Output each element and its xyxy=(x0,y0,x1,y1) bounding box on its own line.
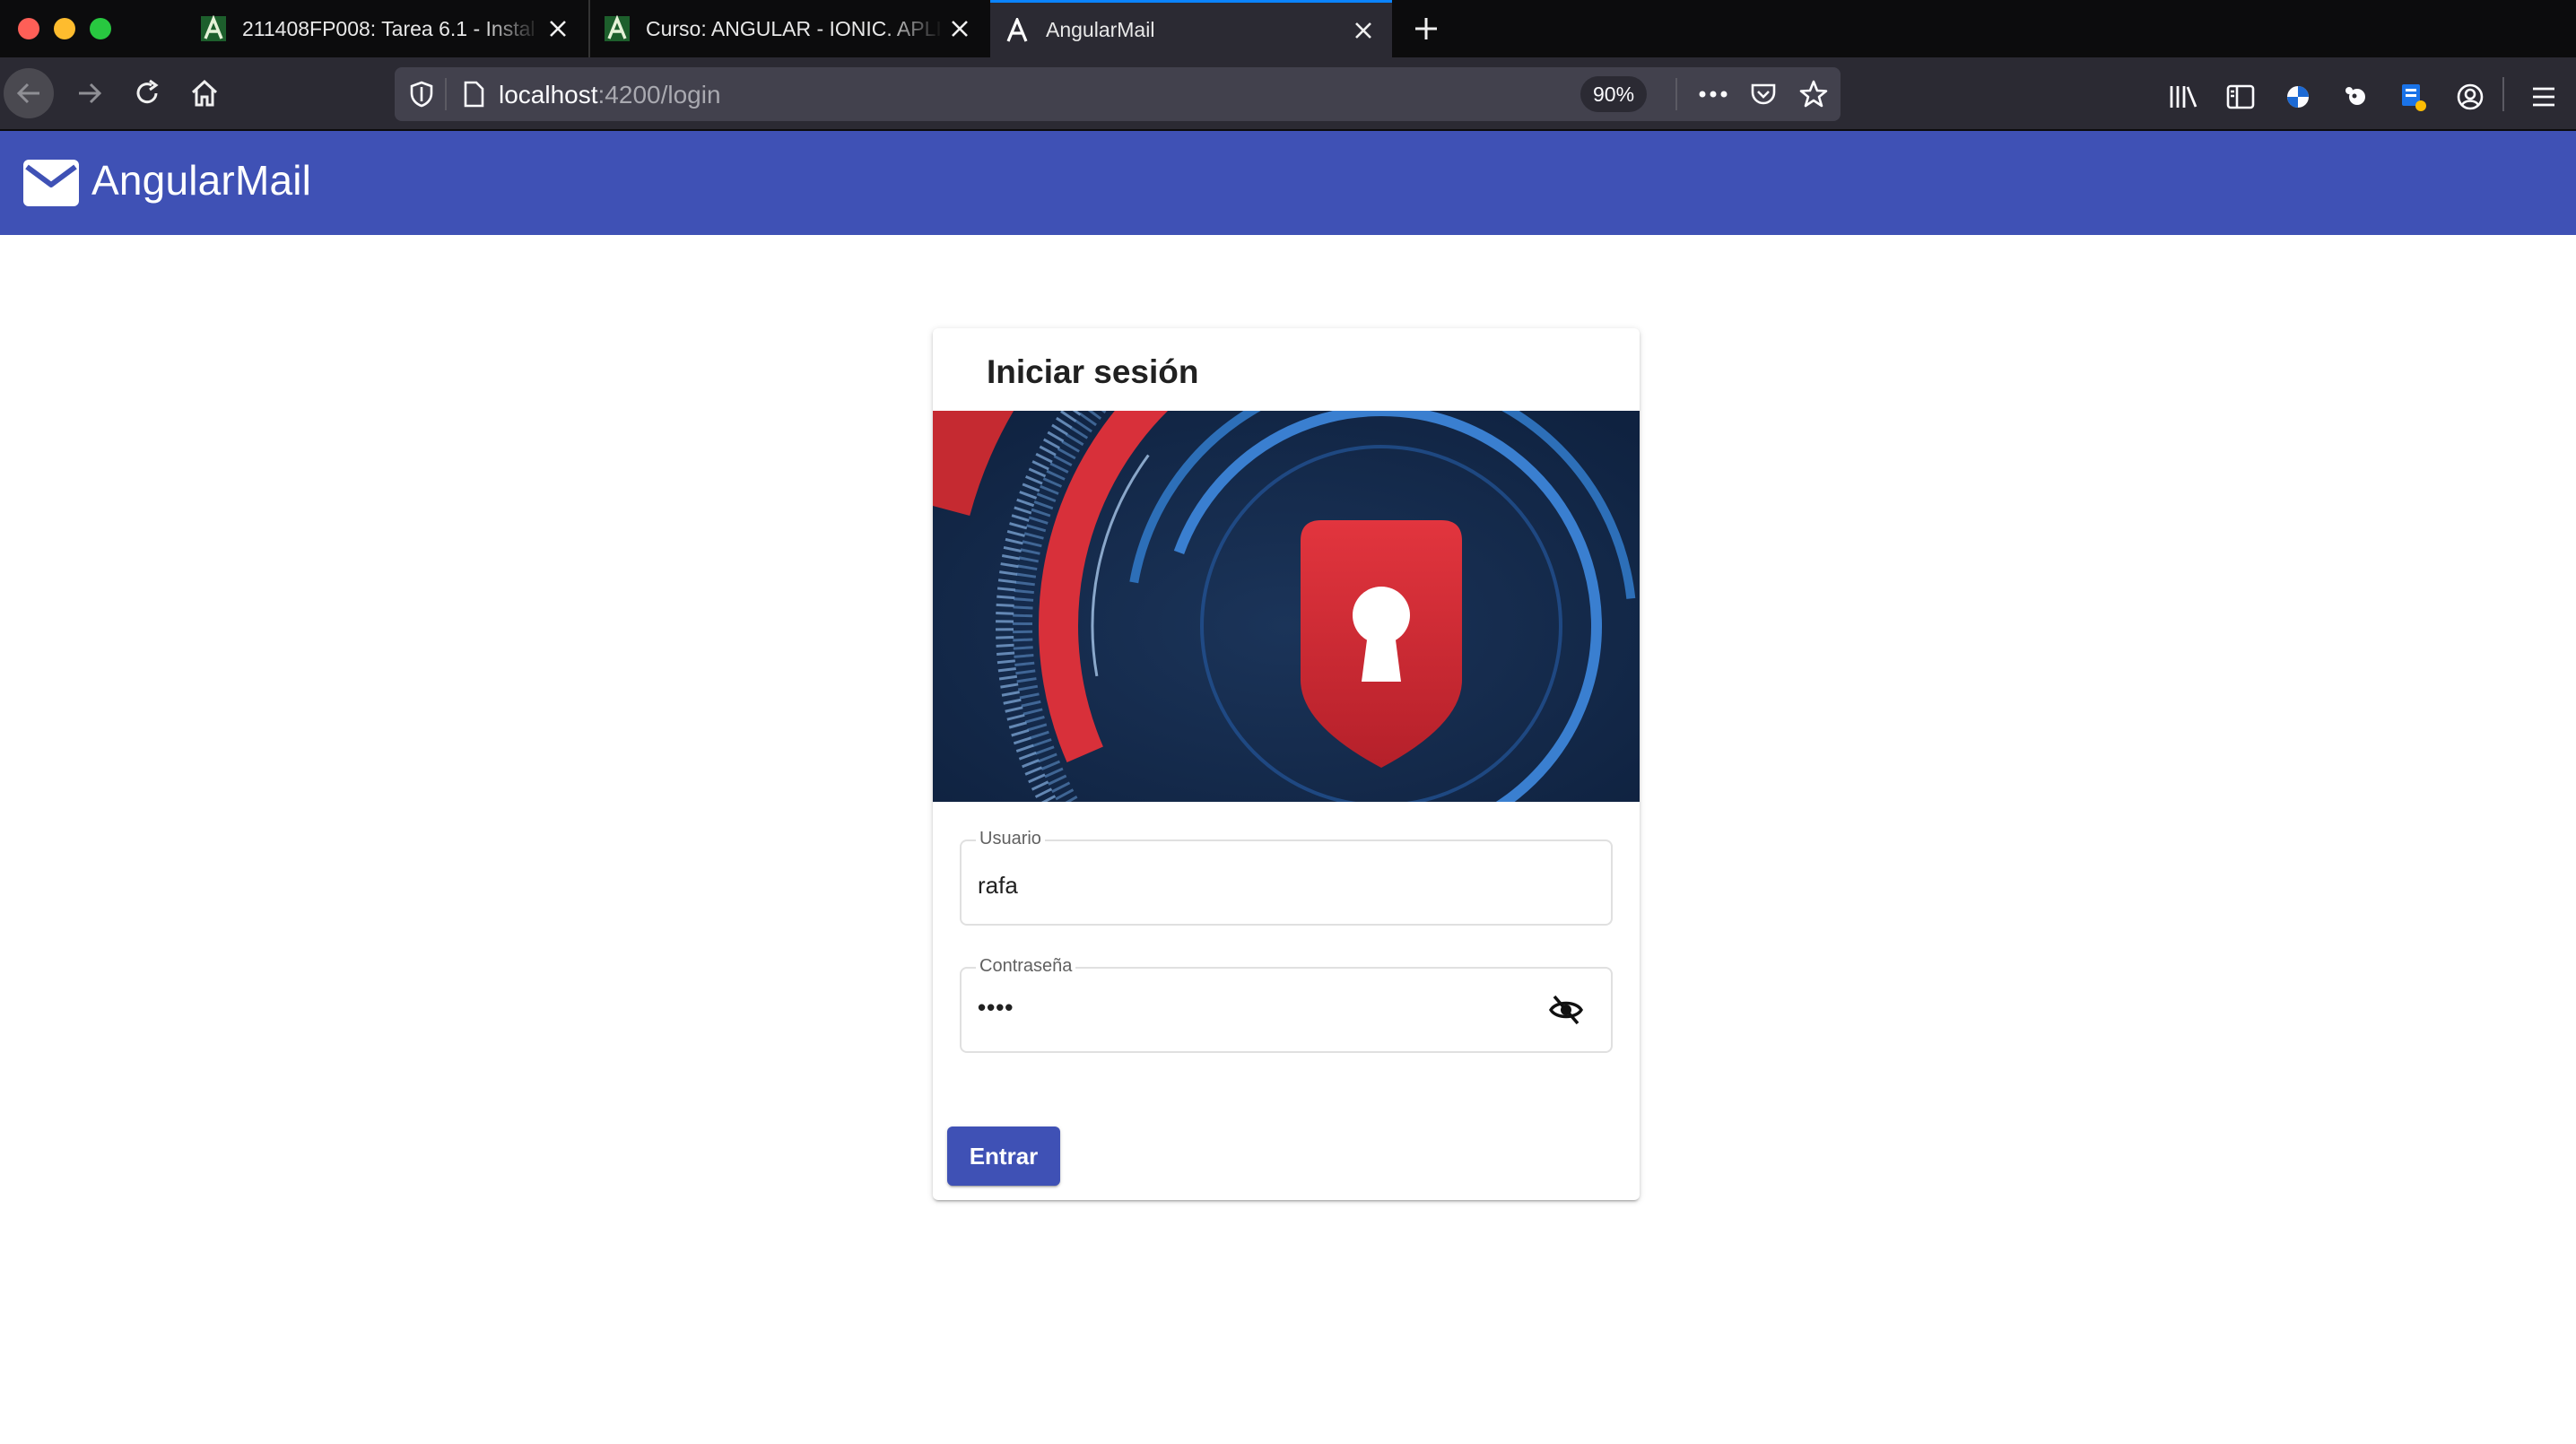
close-tab-icon[interactable] xyxy=(944,13,976,45)
url-host: localhost xyxy=(499,81,598,109)
app-toolbar: AngularMail xyxy=(0,131,2576,235)
password-label: Contraseña xyxy=(976,956,1076,977)
username-label: Usuario xyxy=(976,829,1045,849)
url-bar[interactable]: localhost:4200/login 90% xyxy=(395,67,1841,121)
account-icon[interactable] xyxy=(2450,77,2490,117)
menu-hamburger-icon[interactable] xyxy=(2524,77,2563,117)
browser-nav-bar: localhost:4200/login 90% xyxy=(0,57,2576,131)
back-button[interactable] xyxy=(4,68,54,118)
app-title: AngularMail xyxy=(91,157,312,204)
home-button[interactable] xyxy=(179,68,230,118)
window-close-button[interactable] xyxy=(18,18,39,39)
tracking-shield-icon[interactable] xyxy=(407,80,436,113)
divider xyxy=(1675,78,1677,110)
sidebar-icon[interactable] xyxy=(2221,77,2260,117)
username-field[interactable]: Usuario rafa xyxy=(960,829,1613,926)
divider xyxy=(2502,77,2504,111)
pocket-icon[interactable] xyxy=(1747,78,1780,110)
new-tab-button[interactable] xyxy=(1406,9,1446,48)
window-minimize-button[interactable] xyxy=(54,18,75,39)
url-path: :4200/login xyxy=(597,81,721,109)
close-tab-icon[interactable] xyxy=(542,13,574,45)
reload-button[interactable] xyxy=(122,68,172,118)
security-lock-image xyxy=(933,328,1640,1133)
tab-title: 211408FP008: Tarea 6.1 - Instal xyxy=(242,16,535,40)
close-tab-icon[interactable] xyxy=(1347,14,1379,47)
angular-icon xyxy=(1003,16,1031,45)
url-text: localhost:4200/login xyxy=(499,81,721,109)
password-field[interactable]: Contraseña •••• xyxy=(960,956,1613,1053)
divider xyxy=(445,78,447,110)
browser-tab-1[interactable]: 211408FP008: Tarea 6.1 - Instal xyxy=(187,0,587,57)
browser-tab-3[interactable]: AngularMail xyxy=(990,0,1392,57)
password-input[interactable]: •••• xyxy=(978,994,1014,1022)
tab-title: AngularMail xyxy=(1046,18,1155,41)
browser-tab-bar: 211408FP008: Tarea 6.1 - Instal Curso: A… xyxy=(0,0,2576,57)
extension-translate-icon[interactable] xyxy=(2393,77,2432,117)
login-card: Iniciar sesión Usuario rafa Contraseña •… xyxy=(933,328,1640,1200)
more-actions-icon[interactable] xyxy=(1697,78,1729,110)
login-title: Iniciar sesión xyxy=(987,353,1199,390)
visibility-off-icon[interactable] xyxy=(1548,992,1584,1028)
login-submit-button[interactable]: Entrar xyxy=(947,1126,1060,1186)
extension-ghost-icon[interactable] xyxy=(2336,77,2375,117)
moodle-a-icon xyxy=(199,14,228,43)
moodle-a-icon xyxy=(603,14,631,43)
zoom-indicator[interactable]: 90% xyxy=(1580,76,1648,112)
window-zoom-button[interactable] xyxy=(90,18,111,39)
tab-title: Curso: ANGULAR - IONIC. APLI xyxy=(646,16,942,40)
library-icon[interactable] xyxy=(2163,77,2203,117)
browser-tab-2[interactable]: Curso: ANGULAR - IONIC. APLI xyxy=(588,0,988,57)
username-input[interactable]: rafa xyxy=(978,872,1018,900)
forward-button[interactable] xyxy=(65,68,115,118)
mail-icon xyxy=(23,158,81,208)
page-info-icon[interactable] xyxy=(459,80,488,113)
extension-puzzle-icon[interactable] xyxy=(2278,77,2318,117)
bookmark-star-icon[interactable] xyxy=(1797,78,1830,110)
